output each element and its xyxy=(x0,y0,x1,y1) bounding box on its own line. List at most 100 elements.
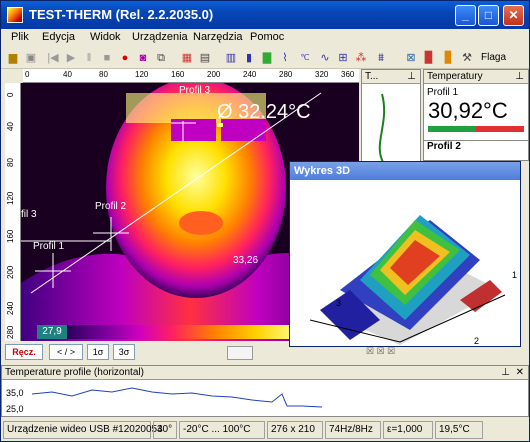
profile-y-top: 35,0 xyxy=(6,388,24,398)
manual-button[interactable]: Ręcz. xyxy=(5,344,43,360)
tools-icon[interactable]: ⚒ xyxy=(459,50,475,66)
profile-2-label: Profil 2 xyxy=(95,201,127,212)
histogram-icon[interactable]: ▮ xyxy=(241,50,257,66)
close-button[interactable]: ✕ xyxy=(503,5,524,26)
maximize-button[interactable]: □ xyxy=(478,5,499,26)
flag-label[interactable]: Flaga xyxy=(481,52,506,63)
copy-icon[interactable]: ⧉ xyxy=(153,50,169,66)
temp-scale-icon[interactable]: ℃℃ xyxy=(297,50,313,78)
open-icon[interactable]: ▆ xyxy=(5,50,21,66)
menu-urzadzenia[interactable]: Urządzenia xyxy=(132,31,188,43)
ruler-tick: 40 xyxy=(6,122,15,131)
vertical-ruler: 0 40 80 120 160 200 240 280 xyxy=(5,83,21,341)
menu-edycja[interactable]: Edycja xyxy=(42,31,75,43)
status-resolution: 276 x 210 xyxy=(267,421,323,439)
ruler-tick: 320 xyxy=(315,70,329,79)
menu-plik[interactable]: Plik xyxy=(11,31,29,43)
min-temp-box: 27,9 xyxy=(37,325,67,339)
pin-icon[interactable]: ⊥ xyxy=(515,70,524,84)
profile1-name: Profil 1 xyxy=(427,87,459,98)
ruler-tick: 280 xyxy=(279,70,293,79)
minimize-button[interactable]: _ xyxy=(455,5,476,26)
axis-3-label: 3 xyxy=(336,298,342,308)
line-icon[interactable]: ⌇ xyxy=(277,50,293,66)
axis-1-label: 1 xyxy=(512,270,518,280)
grid-icon[interactable]: ⊞ xyxy=(335,50,351,66)
profile-graph-svg xyxy=(32,387,323,408)
record-icon[interactable]: ● xyxy=(117,50,133,66)
menu-pomoc[interactable]: Pomoc xyxy=(250,31,284,43)
ruler-tick: 280 xyxy=(6,325,15,339)
bars-color-icon[interactable]: ▊ xyxy=(441,50,457,66)
close-icon[interactable]: ✕ xyxy=(516,366,524,380)
ruler-tick: 360 xyxy=(341,70,355,79)
sigma3-button[interactable]: 3σ xyxy=(113,344,135,360)
average-temperature: Ø 32.24°C xyxy=(217,101,311,123)
menu-widok[interactable]: Widok xyxy=(90,31,121,43)
fit-icon[interactable]: ⊠ xyxy=(403,50,419,66)
ruler-tick: 160 xyxy=(6,229,15,243)
pause-icon[interactable]: ‖ xyxy=(81,50,97,66)
profile2-name: Profil 2 xyxy=(424,140,528,152)
palette-icon[interactable]: ▉ xyxy=(421,50,437,66)
pin-icon[interactable]: ⊥ xyxy=(407,70,416,84)
wave-icon[interactable]: ∿ xyxy=(317,50,333,66)
profile-3-side-label: fil 3 xyxy=(21,209,37,220)
ruler-tick: 200 xyxy=(6,265,15,279)
chart-3d-window[interactable]: Wykres 3D 1 2 3 xyxy=(289,161,521,347)
profile-panel-header: Temperature profile (horizontal) ⊥ ✕ xyxy=(2,366,528,380)
profile-3-label: Profil 3 xyxy=(179,85,211,96)
ruler-tick: 80 xyxy=(99,70,108,79)
range-button[interactable]: < / > xyxy=(49,344,83,360)
horizontal-ruler: 0 40 80 120 160 200 240 280 320 360 xyxy=(23,69,359,83)
profile-panel-title: Temperature profile (horizontal) xyxy=(5,367,144,378)
axis-2-label: 2 xyxy=(474,336,480,346)
ruler-tick: 0 xyxy=(25,70,30,79)
status-frequency: 74Hz/8Hz xyxy=(325,421,381,439)
layout-icon[interactable]: ▤ xyxy=(197,50,213,66)
status-range: -20°C ... 100°C xyxy=(179,421,265,439)
camera-icon[interactable]: ◙ xyxy=(135,50,151,66)
bars-icon[interactable]: ▇ xyxy=(259,50,275,66)
chart-icon[interactable]: ▥ xyxy=(223,50,239,66)
save-icon[interactable]: ▣ xyxy=(23,50,39,66)
chart-3d-title: Wykres 3D xyxy=(290,162,520,180)
ruler-tick: 120 xyxy=(135,70,149,79)
status-angle: 30° xyxy=(153,421,177,439)
menu-narzedzia[interactable]: Narzędzia xyxy=(193,31,243,43)
ruler-tick: 240 xyxy=(243,70,257,79)
profile-1-label: Profil 1 xyxy=(33,241,65,252)
ruler-tick: 40 xyxy=(63,70,72,79)
status-device: Urządzenie wideo USB #12020054 xyxy=(3,421,163,439)
scale-slider[interactable] xyxy=(227,346,253,360)
status-emissivity: ε=1,000 xyxy=(383,421,433,439)
toolbar: ▆ ▣ |◀ ▶ ‖ ■ ● ◙ ⧉ ▦ ▤ ▥ ▮ ▇ ⌇ ℃℃ ∿ ⊞ ⁂ … xyxy=(1,47,529,78)
play-icon[interactable]: ▶ xyxy=(63,50,79,66)
image-icon[interactable]: ▦ xyxy=(179,50,195,66)
point-temperature: 33,26 xyxy=(233,255,259,266)
ruler-tick: 240 xyxy=(6,301,15,315)
ruler-tick: 120 xyxy=(6,191,15,205)
stats-icon[interactable]: ⩩ xyxy=(373,50,389,66)
ruler-tick: 80 xyxy=(6,158,15,167)
prev-icon[interactable]: |◀ xyxy=(45,50,61,66)
sigma1-button[interactable]: 1σ xyxy=(87,344,109,360)
temp-range-bar xyxy=(428,126,524,132)
ruler-tick: 160 xyxy=(171,70,185,79)
title-bar: TEST-THERM (Rel. 2.2.2035.0) _ □ ✕ xyxy=(1,1,529,29)
stop-icon[interactable]: ■ xyxy=(99,50,115,66)
temperature-profile-panel: Temperature profile (horizontal) ⊥ ✕ 35,0 … xyxy=(1,365,529,417)
profile-y-bottom: 25,0 xyxy=(6,404,24,414)
status-bar: Urządzenie wideo USB #12020054 30° -20°C… xyxy=(1,419,529,441)
app-icon xyxy=(7,7,23,23)
surface-3d-svg xyxy=(309,215,506,345)
app-window: TEST-THERM (Rel. 2.2.2035.0) _ □ ✕ Plik … xyxy=(0,0,530,442)
pattern-icon[interactable]: ⁂ xyxy=(353,50,369,66)
narrow-panel-header: T... ⊥ xyxy=(362,70,420,84)
menu-bar: Plik Edycja Widok Urządzenia Narzędzia P… xyxy=(1,29,529,47)
narrow-panel-title: T... xyxy=(365,71,379,82)
ruler-tick: 200 xyxy=(207,70,221,79)
profile1-temperature: 30,92°C xyxy=(428,98,508,123)
status-ambient-temp: 19,5°C xyxy=(435,421,483,439)
pin-icon[interactable]: ⊥ xyxy=(501,366,510,380)
